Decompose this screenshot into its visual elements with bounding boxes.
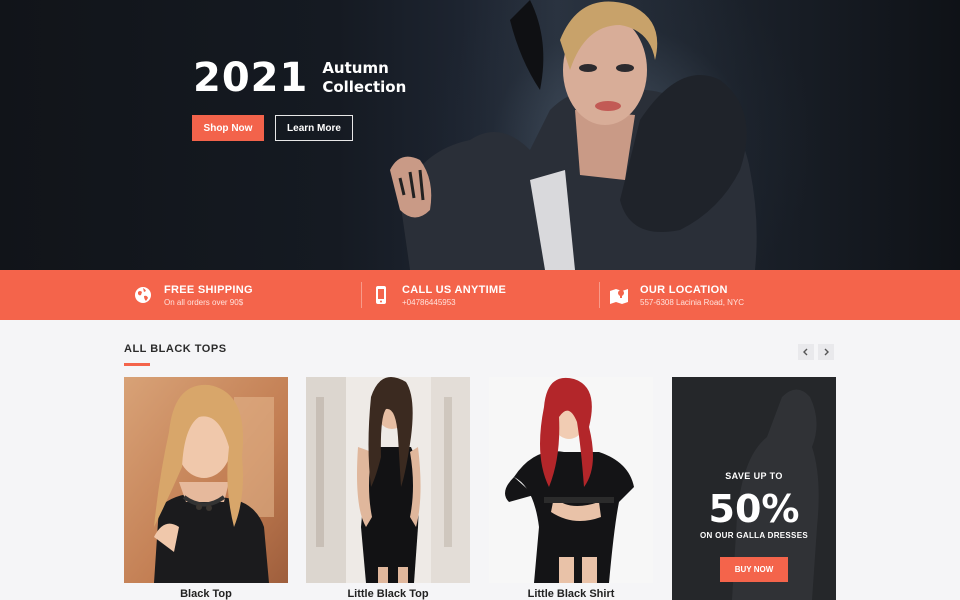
buy-now-button[interactable]: BUY NOW (720, 557, 788, 582)
globe-icon (132, 284, 154, 306)
learn-more-button[interactable]: Learn More (275, 115, 353, 141)
hero-model-image (390, 0, 757, 270)
section-title: ALL BLACK TOPS (124, 343, 227, 355)
product-image-black-top[interactable] (124, 377, 288, 583)
shop-now-button[interactable]: Shop Now (192, 115, 264, 141)
info-item-shipping: FREE SHIPPING On all orders over 90$ (132, 270, 253, 320)
chevron-right-icon (824, 348, 829, 356)
hero-year: 2021 (193, 55, 309, 101)
info-subtitle: On all orders over 90$ (164, 297, 244, 307)
promo-banner: SAVE UP TO 50% ON OUR GALLA DRESSES BUY … (672, 377, 836, 600)
phone-icon (370, 284, 392, 306)
hero-subtitle: Autumn Collection (322, 59, 406, 97)
hero-subtitle-line1: Autumn (322, 59, 389, 77)
hero-banner: 2021 Autumn Collection Shop Now Learn Mo… (0, 0, 960, 270)
product-image-little-black-shirt[interactable] (489, 377, 653, 583)
map-icon (608, 284, 630, 306)
info-title: CALL US ANYTIME (402, 283, 507, 296)
promo-discount: 50% (708, 487, 800, 531)
carousel-prev-button[interactable] (798, 344, 814, 360)
info-subtitle: +04786445953 (402, 297, 456, 307)
section-underline (124, 363, 150, 366)
chevron-left-icon (803, 348, 808, 356)
promo-post-text: ON OUR GALLA DRESSES (700, 531, 808, 540)
info-subtitle: 557-6308 Lacinia Road, NYC (640, 297, 745, 307)
info-divider (599, 282, 600, 308)
info-title: OUR LOCATION (640, 283, 728, 296)
info-item-call: CALL US ANYTIME +04786445953 (370, 270, 506, 320)
product-image-little-black-top[interactable] (306, 377, 470, 583)
hero-title: 2021 Autumn Collection (193, 58, 406, 98)
hero-subtitle-line2: Collection (322, 78, 407, 96)
info-item-location: OUR LOCATION 557-6308 Lacinia Road, NYC (608, 270, 744, 320)
product-name[interactable]: Black Top (124, 588, 288, 600)
carousel-next-button[interactable] (818, 344, 834, 360)
info-divider (361, 282, 362, 308)
info-bar: FREE SHIPPING On all orders over 90$ CAL… (0, 270, 960, 320)
product-name[interactable]: Little Black Shirt (489, 588, 653, 600)
promo-pre-text: SAVE UP TO (725, 471, 783, 481)
product-name[interactable]: Little Black Top (306, 588, 470, 600)
info-title: FREE SHIPPING (164, 283, 253, 296)
